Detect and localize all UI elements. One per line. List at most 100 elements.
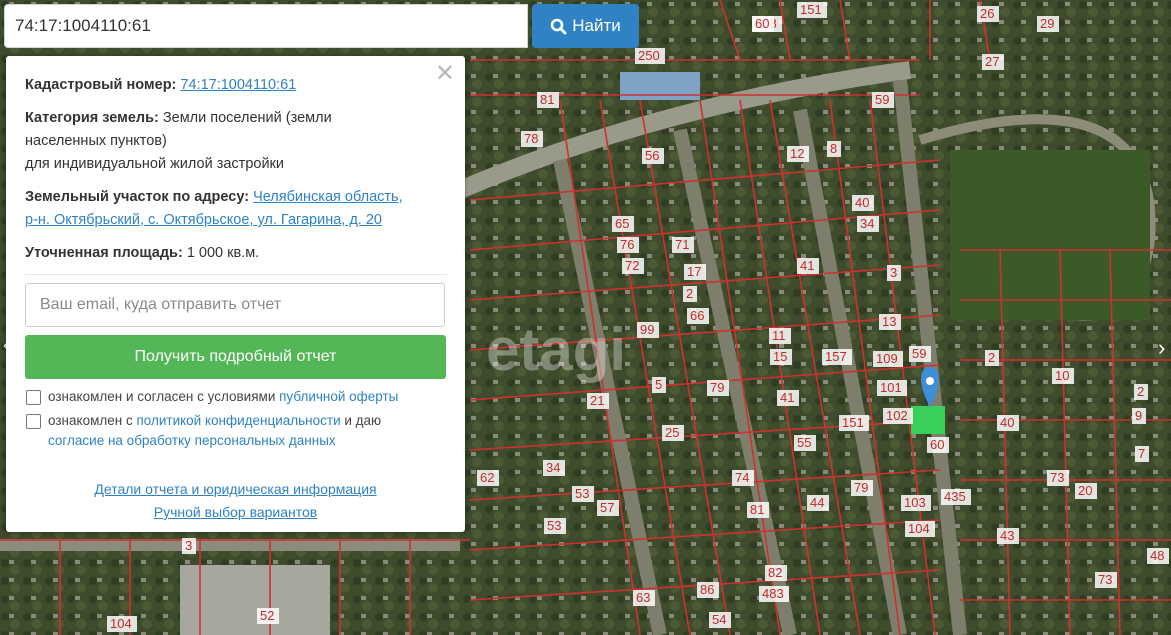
category-value-2: населенных пунктов)	[25, 133, 167, 149]
parcel-label: 48	[1150, 548, 1164, 563]
privacy-checkbox[interactable]	[26, 414, 41, 429]
category-value-1: Земли поселений (земли	[158, 110, 332, 126]
parcel-label: 59	[875, 92, 889, 107]
parcel-label: 79	[854, 480, 868, 495]
offer-agreement-text: ознакомлен и согласен с условиями публич…	[48, 387, 398, 407]
parcel-label: 78	[524, 131, 538, 146]
parcel-label: 2	[1137, 384, 1144, 399]
parcel-label: 21	[590, 393, 604, 408]
area-label: Уточненная площадь:	[25, 245, 183, 261]
parcel-label: 62	[480, 470, 494, 485]
close-icon[interactable]: ✕	[435, 62, 455, 86]
parcel-label: 103	[904, 495, 926, 510]
cadastral-number-row: Кадастровый номер: 74:17:1004110:61	[25, 74, 447, 97]
get-report-button[interactable]: Получить подробный отчет	[25, 335, 446, 379]
search-icon	[550, 18, 567, 34]
cadastral-number-link[interactable]: 74:17:1004110:61	[180, 77, 296, 93]
parcel-label: 81	[750, 502, 764, 517]
parcel-label: 76	[620, 237, 634, 252]
parcel-label: 99	[640, 322, 654, 337]
report-details-link[interactable]: Детали отчета и юридическая информация	[94, 481, 376, 497]
parcel-label: 82	[768, 565, 782, 580]
parcel-info-panel: ✕ Кадастровый номер: 74:17:1004110:61 Ка…	[6, 56, 465, 532]
parcel-label: 29	[1040, 16, 1054, 31]
privacy-mid-text: и даю	[340, 413, 382, 428]
parcel-label: 60	[930, 437, 944, 452]
area-value: 1 000 кв.м.	[182, 245, 260, 261]
search-button[interactable]: Найти	[532, 4, 639, 48]
parcel-label: 11	[772, 328, 786, 343]
area-row: Уточненная площадь: 1 000 кв.м.	[25, 242, 447, 265]
parcel-label: 10	[1055, 368, 1069, 383]
address-link-line-1[interactable]: Челябинская область,	[253, 189, 403, 205]
parcel-label: 34	[546, 460, 560, 475]
parcel-label: 20	[1078, 483, 1092, 498]
parcel-label: 65	[615, 216, 629, 231]
parcel-label: 17	[687, 264, 701, 279]
public-offer-link[interactable]: публичной оферты	[279, 389, 398, 404]
parcel-label: 157	[825, 349, 847, 364]
offer-checkbox[interactable]	[26, 390, 41, 405]
privacy-text: ознакомлен с	[48, 413, 137, 428]
parcel-label: 250	[638, 48, 660, 63]
parcel-label: 8	[830, 141, 837, 156]
parcel-label: 102	[886, 408, 908, 423]
parcel-label: 41	[780, 390, 794, 405]
parcel-label: 54	[712, 612, 726, 627]
parcel-label: 3	[185, 538, 192, 553]
selected-parcel[interactable]	[911, 406, 945, 434]
parcel-label: 435	[944, 489, 966, 504]
parcel-label: 79	[710, 380, 724, 395]
parcel-label: 34	[860, 216, 874, 231]
parcel-label: 44	[810, 495, 824, 510]
parcel-label: 74	[735, 470, 749, 485]
address-row: Земельный участок по адресу: Челябинская…	[25, 186, 447, 232]
parcel-label: 104	[110, 616, 132, 631]
parcel-label: 59	[912, 346, 926, 361]
parcel-label: 86	[700, 582, 714, 597]
address-link-line-2[interactable]: р-н. Октябрьский, с. Октябрьское, ул. Га…	[25, 212, 382, 228]
personal-data-consent-link[interactable]: согласие на обработку персональных данны…	[48, 433, 336, 448]
parcel-label: 26	[980, 6, 994, 21]
parcel-label: 60	[755, 16, 769, 31]
parcel-label: 41	[800, 258, 814, 273]
parcel-label: 7	[1138, 446, 1145, 461]
cadastral-label: Кадастровый номер:	[25, 77, 177, 93]
parcel-label: 43	[1000, 528, 1014, 543]
parcel-label: 73	[1050, 470, 1064, 485]
parcel-label: 27	[985, 54, 999, 69]
parcel-label: 40	[1000, 415, 1014, 430]
parcel-label: 151	[800, 2, 822, 17]
cadastral-search-input[interactable]	[4, 4, 528, 48]
privacy-agreement-text: ознакомлен с политикой конфиденциальност…	[48, 411, 381, 451]
parcel-label: 109	[876, 351, 898, 366]
map-next-arrow-icon[interactable]: ›	[1158, 335, 1165, 361]
parcel-label: 15	[773, 349, 787, 364]
privacy-policy-link[interactable]: политикой конфиденциальности	[136, 413, 340, 428]
manual-selection-link[interactable]: Ручной выбор вариантов	[154, 504, 318, 520]
parcel-label: 56	[645, 148, 659, 163]
parcel-label: 81	[540, 92, 554, 107]
parcel-label: 53	[575, 486, 589, 501]
email-field[interactable]	[25, 283, 445, 327]
parcel-label: 101	[880, 380, 902, 395]
divider	[25, 274, 447, 275]
parcel-label: 40	[855, 195, 869, 210]
address-label: Земельный участок по адресу:	[25, 189, 250, 205]
parcel-label: 73	[1098, 572, 1112, 587]
parcel-label: 66	[690, 308, 704, 323]
parcel-label: 104	[908, 521, 930, 536]
parcel-label: 57	[600, 500, 614, 515]
footer-links: Детали отчета и юридическая информация Р…	[6, 478, 465, 524]
parcel-label: 2	[988, 350, 995, 365]
map-watermark: etagi	[486, 316, 626, 383]
parcel-label: 13	[882, 314, 896, 329]
parcel-label: 3	[890, 265, 897, 280]
parcel-label: 151	[842, 415, 864, 430]
parcel-label: 9	[1135, 408, 1142, 423]
parcel-label: 25	[665, 425, 679, 440]
parcel-label: 53	[547, 518, 561, 533]
parcel-label: 72	[625, 258, 639, 273]
privacy-agreement-row: ознакомлен с политикой конфиденциальност…	[25, 411, 447, 451]
offer-text: ознакомлен и согласен с условиями	[48, 389, 280, 404]
